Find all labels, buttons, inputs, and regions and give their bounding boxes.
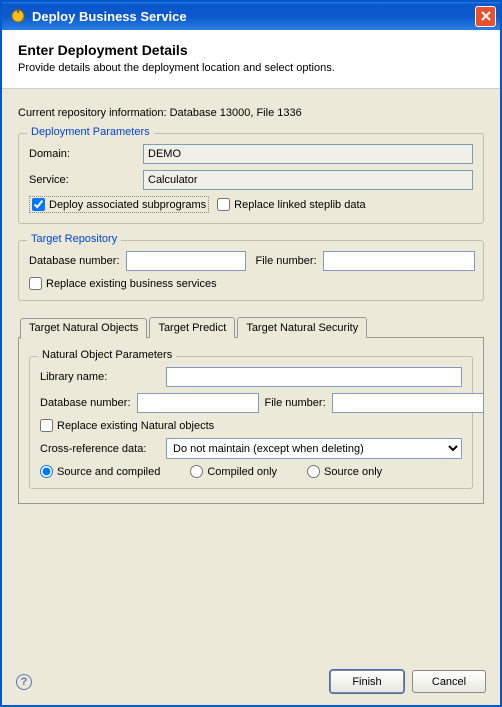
radio-source-only[interactable]: Source only (307, 465, 382, 478)
title-bar: Deploy Business Service (2, 2, 500, 30)
library-input[interactable] (166, 367, 462, 387)
cross-ref-label: Cross-reference data: (40, 443, 160, 455)
close-button[interactable] (475, 6, 496, 27)
repository-info: Current repository information: Database… (18, 107, 484, 119)
tab-target-natural-objects[interactable]: Target Natural Objects (20, 318, 147, 339)
app-icon (10, 8, 26, 24)
cross-ref-select[interactable]: Do not maintain (except when deleting) (166, 438, 462, 459)
replace-services-checkbox[interactable]: Replace existing business services (29, 277, 217, 290)
deployment-parameters-group: Deployment Parameters Domain: Service: D… (18, 133, 484, 224)
tab-panel-natural-objects: Natural Object Parameters Library name: … (18, 337, 484, 504)
deploy-subprograms-label: Deploy associated subprograms (49, 199, 206, 211)
replace-steplib-checkbox[interactable]: Replace linked steplib data (217, 198, 365, 211)
page-title: Enter Deployment Details (18, 42, 484, 58)
finish-button[interactable]: Finish (330, 670, 404, 693)
target-file-label: File number: (256, 255, 317, 267)
replace-natural-label: Replace existing Natural objects (57, 420, 214, 432)
domain-field[interactable] (143, 144, 473, 164)
page-subtitle: Provide details about the deployment loc… (18, 62, 484, 74)
target-repo-legend: Target Repository (27, 233, 121, 245)
nat-file-input[interactable] (332, 393, 484, 413)
radio-source-compiled-label: Source and compiled (57, 466, 160, 478)
radio-compiled-label: Compiled only (207, 466, 277, 478)
deployment-legend: Deployment Parameters (27, 126, 154, 138)
radio-source-compiled[interactable]: Source and compiled (40, 465, 160, 478)
natural-object-legend: Natural Object Parameters (38, 349, 176, 361)
target-repository-group: Target Repository Database number: File … (18, 240, 484, 301)
service-field[interactable] (143, 170, 473, 190)
target-file-input[interactable] (323, 251, 475, 271)
footer-bar: ? Finish Cancel (2, 662, 500, 705)
deploy-subprograms-checkbox[interactable]: Deploy associated subprograms (32, 198, 206, 211)
nat-db-input[interactable] (137, 393, 259, 413)
domain-label: Domain: (29, 148, 137, 160)
service-label: Service: (29, 174, 137, 186)
header-area: Enter Deployment Details Provide details… (2, 30, 500, 89)
nat-db-label: Database number: (40, 397, 131, 409)
replace-services-label: Replace existing business services (46, 278, 217, 290)
replace-natural-checkbox[interactable]: Replace existing Natural objects (40, 419, 214, 432)
close-icon (480, 10, 492, 22)
cancel-button[interactable]: Cancel (412, 670, 486, 693)
natural-object-params-group: Natural Object Parameters Library name: … (29, 356, 473, 489)
dialog-window: Deploy Business Service Enter Deployment… (0, 0, 502, 707)
radio-compiled-only[interactable]: Compiled only (190, 465, 277, 478)
window-title: Deploy Business Service (32, 9, 475, 24)
nat-file-label: File number: (265, 397, 326, 409)
target-db-input[interactable] (126, 251, 246, 271)
content-area: Current repository information: Database… (2, 89, 500, 662)
tab-target-predict[interactable]: Target Predict (149, 317, 235, 338)
library-label: Library name: (40, 371, 160, 383)
target-db-label: Database number: (29, 255, 120, 267)
tab-target-natural-security[interactable]: Target Natural Security (237, 317, 367, 338)
radio-source-label: Source only (324, 466, 382, 478)
replace-steplib-label: Replace linked steplib data (234, 199, 365, 211)
tab-strip: Target Natural Objects Target Predict Ta… (18, 317, 484, 338)
help-icon[interactable]: ? (16, 674, 32, 690)
tabs-container: Target Natural Objects Target Predict Ta… (18, 317, 484, 514)
